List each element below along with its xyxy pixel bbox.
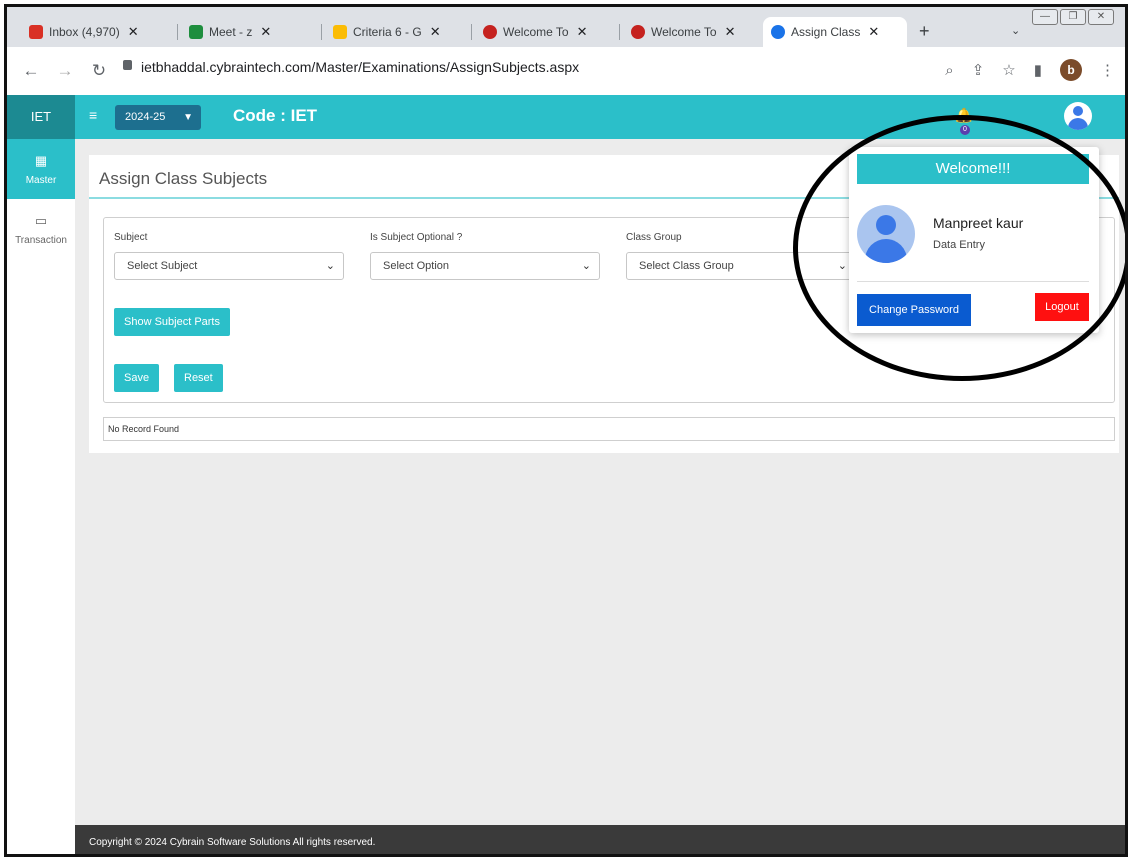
gmail-icon — [29, 25, 43, 39]
chevron-down-icon: ⌄ — [325, 260, 335, 272]
tab-label: Inbox (4,970) — [49, 25, 120, 39]
close-icon[interactable]: ✕ — [577, 24, 588, 40]
user-role: Data Entry — [933, 239, 985, 251]
app-brand[interactable]: IET — [7, 95, 75, 139]
user-dropdown: Welcome!!! Manpreet kaur Data Entry Chan… — [849, 147, 1099, 333]
browser-menu-icon[interactable]: ⋮ — [1100, 61, 1115, 79]
chevron-down-icon: ⌄ — [837, 260, 847, 272]
tab-divider — [177, 24, 178, 40]
sidebar-item-master[interactable]: ▦ Master — [7, 139, 75, 199]
site-favicon-icon — [483, 25, 497, 39]
optional-label: Is Subject Optional ? — [370, 232, 463, 243]
tab-label: Assign Class — [791, 25, 861, 39]
app-header: IET ≡ 2024-25 ▼ Code : IET 🔔 0 — [7, 95, 1125, 139]
session-value: 2024-25 — [125, 111, 166, 123]
browser-tab-meet[interactable]: Meet - z ✕ — [181, 17, 279, 47]
side-panel-icon[interactable]: ▮ — [1034, 61, 1042, 79]
show-subject-parts-button[interactable]: Show Subject Parts — [114, 308, 230, 336]
browser-tab-assign-class[interactable]: Assign Class ✕ — [763, 17, 907, 47]
avatar-head — [1073, 106, 1083, 116]
subject-select-value: Select Subject — [127, 260, 198, 272]
site-favicon-icon — [631, 25, 645, 39]
bookmark-star-icon[interactable]: ☆ — [1002, 61, 1015, 79]
share-icon[interactable]: ⇪ — [972, 61, 985, 79]
maximize-icon[interactable]: ❐ — [1060, 9, 1086, 25]
session-select[interactable]: 2024-25 ▼ — [115, 105, 201, 130]
hamburger-menu-icon[interactable]: ≡ — [89, 107, 97, 123]
logout-button[interactable]: Logout — [1035, 293, 1089, 321]
window-controls: — ❐ ✕ — [1032, 9, 1114, 25]
lock-icon — [123, 60, 132, 70]
window-close-icon[interactable]: ✕ — [1088, 9, 1114, 25]
avatar-body — [1068, 118, 1088, 130]
dropdown-divider — [857, 281, 1089, 282]
close-icon[interactable]: ✕ — [430, 24, 441, 40]
close-icon[interactable]: ✕ — [260, 24, 271, 40]
meet-icon — [189, 25, 203, 39]
tab-label: Welcome To — [651, 25, 717, 39]
class-group-select[interactable]: Select Class Group ⌄ — [626, 252, 856, 280]
sidebar-item-label: Master — [25, 175, 57, 186]
browser-tab-welcome-2[interactable]: Welcome To ✕ — [623, 17, 744, 47]
back-arrow-icon[interactable]: ← — [21, 61, 41, 81]
close-icon[interactable]: ✕ — [128, 24, 139, 40]
forward-arrow-icon[interactable]: → — [55, 61, 75, 81]
subject-select[interactable]: Select Subject ⌄ — [114, 252, 344, 280]
dropdown-header: Welcome!!! — [857, 154, 1089, 184]
profile-avatar[interactable]: b — [1060, 59, 1082, 81]
zoom-icon[interactable]: ⌕ — [945, 62, 953, 79]
user-name: Manpreet kaur — [933, 215, 1024, 231]
chevron-down-icon: ▼ — [183, 112, 193, 123]
chevron-down-icon: ⌄ — [581, 260, 591, 272]
class-group-label: Class Group — [626, 232, 682, 243]
institution-code: Code : IET — [233, 106, 318, 125]
drive-icon — [333, 25, 347, 39]
reload-icon[interactable]: ↻ — [89, 61, 109, 81]
close-icon[interactable]: ✕ — [868, 24, 879, 40]
new-tab-button[interactable]: + — [919, 21, 930, 42]
records-grid: No Record Found — [103, 417, 1115, 441]
tab-search-chevron-icon[interactable]: ⌄ — [1011, 24, 1020, 37]
browser-tab-welcome-1[interactable]: Welcome To ✕ — [475, 17, 596, 47]
avatar-body — [865, 239, 907, 263]
tab-label: Welcome To — [503, 25, 569, 39]
browser-tab-gmail[interactable]: Inbox (4,970) ✕ — [21, 17, 147, 47]
notification-badge: 0 — [960, 125, 970, 135]
reset-button[interactable]: Reset — [174, 364, 223, 392]
grid-icon: ▦ — [34, 153, 48, 168]
tab-divider — [619, 24, 620, 40]
toolbar-actions: ⌕ ⇪ ☆ ▮ b ⋮ — [945, 59, 1115, 81]
page-title: Assign Class Subjects — [99, 169, 268, 188]
avatar-head — [876, 215, 896, 235]
close-icon[interactable]: ✕ — [725, 24, 736, 40]
tab-label: Meet - z — [209, 25, 253, 39]
change-password-button[interactable]: Change Password — [857, 294, 971, 326]
sidebar-item-transaction[interactable]: ▭ Transaction — [7, 199, 75, 259]
browser-tab-drive[interactable]: Criteria 6 - G ✕ — [325, 17, 449, 47]
bell-icon[interactable]: 🔔 — [955, 107, 972, 124]
browser-toolbar: ← → ↻ ietbhaddal.cybraintech.com/Master/… — [7, 47, 1125, 95]
tab-divider — [471, 24, 472, 40]
site-favicon-icon — [771, 25, 785, 39]
screenshot-frame: Inbox (4,970) ✕ Meet - z ✕ Criteria 6 - … — [4, 4, 1128, 857]
footer: Copyright © 2024 Cybrain Software Soluti… — [75, 825, 1125, 854]
minimize-icon[interactable]: — — [1032, 9, 1058, 25]
tab-label: Criteria 6 - G — [353, 25, 422, 39]
save-button[interactable]: Save — [114, 364, 160, 392]
address-bar[interactable]: ietbhaddal.cybraintech.com/Master/Examin… — [141, 59, 579, 75]
class-group-select-value: Select Class Group — [639, 260, 734, 272]
sidebar-item-label: Transaction — [15, 235, 67, 246]
optional-select-value: Select Option — [383, 260, 450, 272]
user-avatar-button[interactable] — [1064, 102, 1092, 130]
optional-select[interactable]: Select Option ⌄ — [370, 252, 600, 280]
card-icon: ▭ — [34, 213, 48, 228]
browser-tab-strip: Inbox (4,970) ✕ Meet - z ✕ Criteria 6 - … — [7, 7, 1125, 47]
tab-divider — [321, 24, 322, 40]
avatar — [857, 205, 915, 263]
subject-label: Subject — [114, 232, 148, 243]
sidebar: ▦ Master ▭ Transaction — [7, 139, 75, 854]
